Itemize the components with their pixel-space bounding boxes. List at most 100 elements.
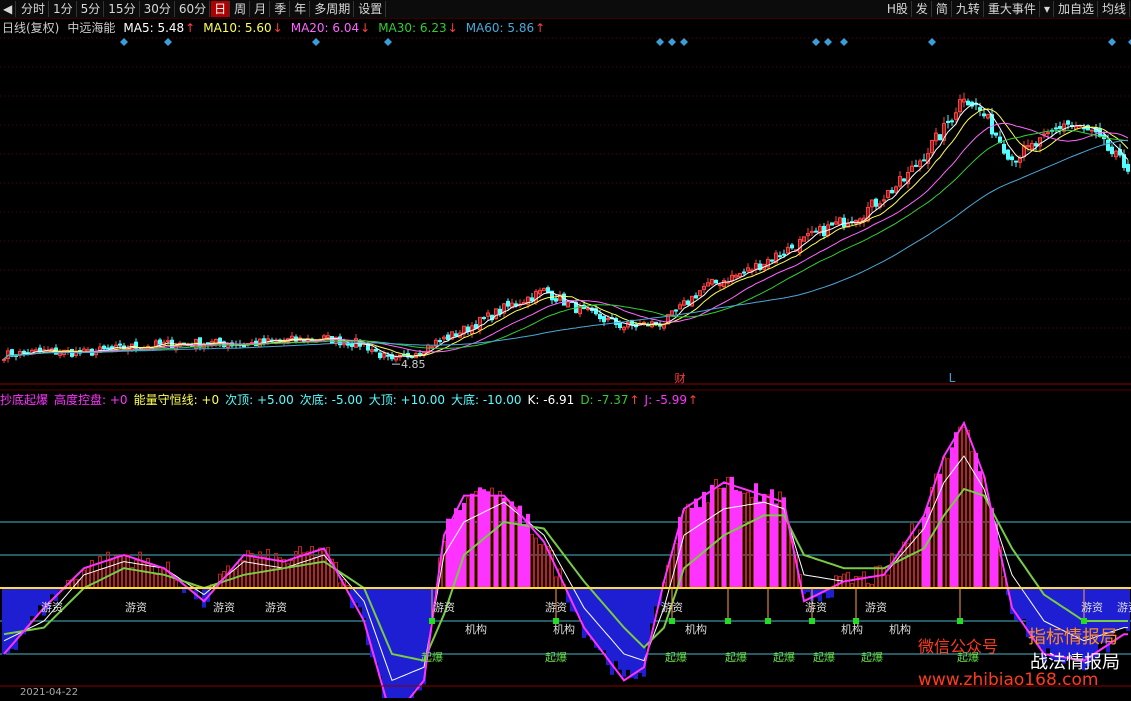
energy-bar — [615, 588, 618, 661]
energy-bar — [515, 508, 518, 588]
energy-bar — [459, 511, 462, 588]
candle-body — [379, 353, 382, 358]
energy-bar — [467, 498, 470, 588]
period-tab-9[interactable]: 季 — [271, 1, 290, 17]
candle-body — [843, 218, 846, 226]
energy-bar — [419, 588, 422, 690]
ma-line-ma10 — [4, 109, 1128, 360]
period-tab-12[interactable]: 设置 — [355, 1, 386, 17]
energy-bar — [143, 563, 146, 588]
sub-header-arrow-9: ↑ — [688, 393, 698, 407]
energy-bar — [487, 492, 490, 588]
candles-group — [3, 93, 1130, 363]
energy-bar — [687, 504, 690, 588]
candle-body — [951, 121, 954, 122]
candle-body — [903, 179, 906, 181]
energy-bar — [635, 588, 638, 678]
energy-bar — [715, 480, 718, 588]
energy-bar — [627, 588, 630, 669]
signal-label: 起爆 — [861, 650, 883, 664]
toolbar-right-item-1[interactable]: 发 — [913, 1, 932, 17]
period-tab-5[interactable]: 60分 — [176, 1, 210, 17]
energy-bar — [19, 588, 22, 636]
toolbar-right-item-3[interactable]: 九转 — [953, 1, 984, 17]
energy-bar — [603, 588, 606, 650]
candle-body — [1067, 121, 1070, 124]
candle-body — [1035, 144, 1038, 146]
diamond-marker-icon — [824, 38, 832, 46]
energy-bar — [279, 558, 282, 588]
main-ma-arrow-3: ↓ — [448, 21, 458, 35]
main-ma-arrow-4: ↑ — [535, 21, 545, 35]
toolbar-right-item-0[interactable]: H股 — [884, 1, 912, 17]
candle-body — [783, 254, 786, 255]
energy-bar — [479, 488, 482, 588]
signal-label: 起爆 — [725, 650, 747, 664]
toolbar-right-item-2[interactable]: 简 — [933, 1, 952, 17]
candle-body — [1127, 164, 1130, 171]
energy-bar — [155, 575, 158, 588]
energy-bar — [175, 580, 178, 588]
ma-line-ma30 — [4, 130, 1128, 359]
candle-body — [915, 165, 918, 166]
sub-header-item-9: J: -5.99 — [644, 393, 687, 407]
candle-body — [439, 341, 442, 342]
back-arrow-icon[interactable]: ◀ — [0, 1, 16, 17]
toolbar-right-item-7[interactable]: 均线 — [1099, 1, 1130, 17]
energy-bar — [275, 554, 278, 588]
toolbar-right-item-4[interactable]: 重大事件 — [985, 1, 1040, 17]
energy-bar — [203, 588, 206, 607]
period-tab-0[interactable]: 分时 — [18, 1, 49, 17]
candle-body — [39, 348, 42, 351]
candle-body — [419, 353, 422, 354]
candle-body — [815, 231, 818, 232]
energy-bar — [707, 503, 710, 588]
energy-bar — [379, 588, 382, 676]
energy-bar — [163, 569, 166, 588]
energy-bar — [759, 502, 762, 588]
energy-bar — [283, 559, 286, 588]
signal-square-icon — [669, 618, 675, 624]
energy-bar — [891, 554, 894, 588]
chart-svg: 日线(复权)中远海能MA5: 5.48↑MA10: 5.60↓MA20: 6.0… — [0, 18, 1131, 698]
energy-bar — [775, 504, 778, 588]
toolbar-right-item-5[interactable]: ▾ — [1041, 1, 1054, 17]
signal-label: 机构 — [841, 622, 863, 636]
energy-bar — [751, 498, 754, 588]
period-tab-10[interactable]: 年 — [291, 1, 310, 17]
energy-bar — [543, 545, 546, 588]
main-ma-arrow-2: ↓ — [360, 21, 370, 35]
energy-bar — [511, 502, 514, 588]
period-tab-3[interactable]: 15分 — [105, 1, 139, 17]
period-tab-6[interactable]: 日 — [211, 1, 230, 17]
signal-label: 机构 — [465, 622, 487, 636]
candle-body — [619, 323, 622, 327]
watermark-brand-1: 指标情报局 — [1028, 623, 1118, 649]
energy-bar — [95, 572, 98, 588]
candle-body — [891, 190, 894, 192]
energy-bar — [619, 588, 622, 669]
energy-bar — [307, 552, 310, 588]
diamond-marker-icon — [1108, 38, 1116, 46]
period-tab-11[interactable]: 多周期 — [311, 1, 354, 17]
toolbar-right-item-6[interactable]: 加自选 — [1055, 1, 1098, 17]
candle-body — [1007, 150, 1010, 159]
sub-header-arrow-8: ↑ — [629, 393, 639, 407]
energy-bar — [291, 561, 294, 588]
candle-body — [695, 296, 698, 298]
energy-bar — [831, 588, 834, 597]
main-ma-label-2: MA20: 6.04 — [291, 21, 359, 35]
energy-bar — [107, 552, 110, 588]
energy-bar — [123, 556, 126, 588]
sub-header-item-5: 大顶: +10.00 — [369, 393, 445, 407]
period-tab-8[interactable]: 月 — [251, 1, 270, 17]
period-tab-4[interactable]: 30分 — [141, 1, 175, 17]
period-tab-2[interactable]: 5分 — [78, 1, 105, 17]
period-tab-7[interactable]: 周 — [231, 1, 250, 17]
signal-label: 机构 — [685, 622, 707, 636]
energy-bar — [943, 457, 946, 588]
energy-bar — [227, 566, 230, 588]
energy-bar — [591, 588, 594, 640]
period-tab-1[interactable]: 1分 — [50, 1, 77, 17]
energy-bar — [499, 491, 502, 588]
